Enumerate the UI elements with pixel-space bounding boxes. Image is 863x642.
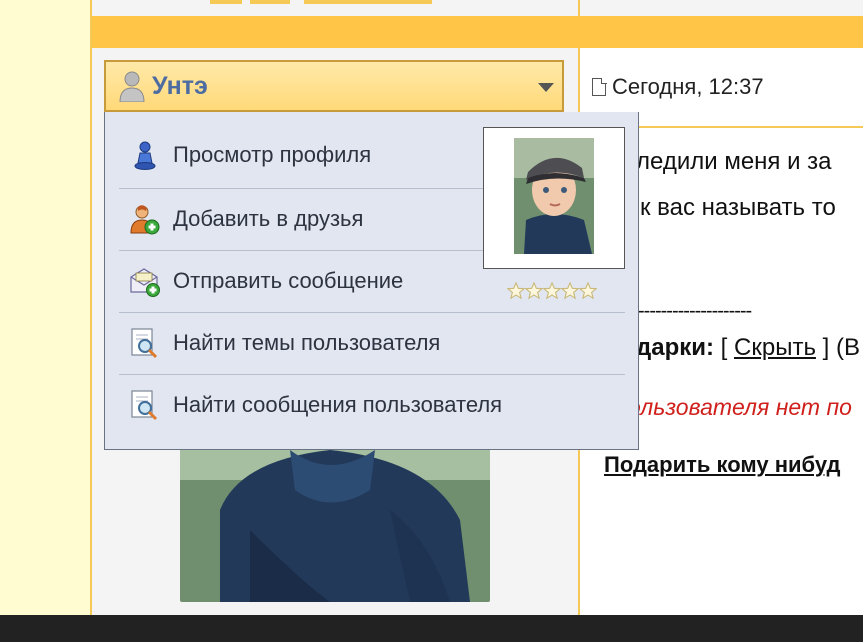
previous-row-button[interactable] [304, 0, 432, 4]
chevron-down-icon [538, 83, 554, 92]
gifts-bracket: ] (В [815, 334, 860, 361]
find-topics-icon [129, 327, 161, 359]
no-gifts-note: ользователя нет по [628, 394, 852, 420]
menu-item-label: Отправить сообщение [173, 268, 404, 293]
signature-divider: -------------------- [638, 300, 752, 322]
user-dropdown-menu: Просмотр профиля Добавить в друзья Отпра… [104, 112, 639, 450]
gifts-hide-link[interactable]: Скрыть [734, 334, 816, 361]
give-gift-link[interactable]: Подарить кому нибуд [604, 452, 841, 478]
post-text-line: ледили меня и за [636, 148, 832, 175]
send-message-icon [129, 265, 161, 297]
post-date: Сегодня, 12:37 [592, 74, 764, 100]
rating-star-icon [543, 282, 561, 300]
menu-item-find-posts[interactable]: Найти сообщения пользователя [119, 374, 625, 436]
previous-row-button[interactable] [250, 0, 290, 4]
user-rating-stars [507, 282, 597, 300]
add-friend-icon [129, 203, 161, 235]
rating-star-icon [579, 282, 597, 300]
post-page-icon [592, 77, 607, 96]
gifts-row: дарки: [ Скрыть ] (В [636, 334, 860, 362]
menu-item-label: Найти сообщения пользователя [173, 392, 503, 417]
previous-row-footer [92, 0, 863, 16]
gifts-bracket: [ [714, 334, 735, 361]
find-posts-icon [129, 389, 161, 421]
menu-item-find-topics[interactable]: Найти темы пользователя [119, 312, 625, 374]
post-date-text: Сегодня, 12:37 [612, 74, 764, 99]
menu-item-label: Добавить в друзья [173, 206, 364, 231]
user-menu-button[interactable]: Унтэ [104, 60, 564, 112]
rating-star-icon [525, 282, 543, 300]
menu-item-label: Найти темы пользователя [173, 330, 441, 355]
previous-row-button[interactable] [210, 0, 242, 4]
profile-pawn-icon [129, 139, 161, 171]
bottom-bar [0, 615, 863, 642]
user-avatar-thumbnail[interactable] [483, 127, 625, 269]
rating-star-icon [507, 282, 525, 300]
post-text-line: к вас называть то [640, 194, 836, 221]
left-margin [0, 0, 90, 642]
rating-star-icon [561, 282, 579, 300]
column-divider [578, 0, 580, 16]
post-separator-band [92, 16, 863, 48]
username: Унтэ [152, 71, 208, 100]
user-silhouette-icon [118, 70, 146, 103]
gifts-label: дарки: [636, 334, 714, 361]
menu-item-label: Просмотр профиля [173, 142, 372, 167]
